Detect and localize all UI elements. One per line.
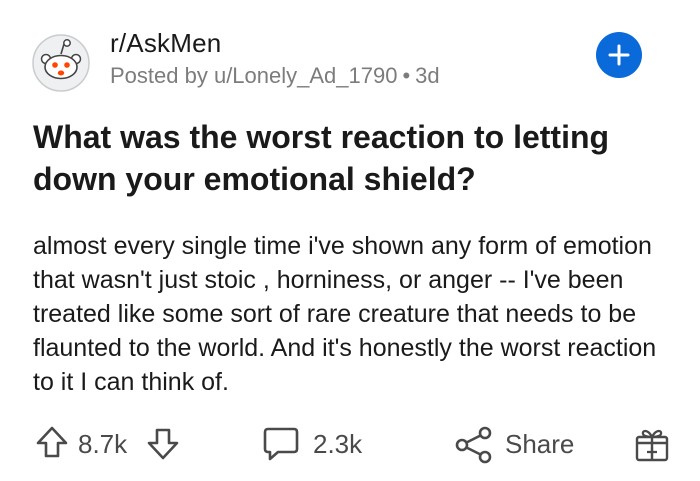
share-label[interactable]: Share: [505, 429, 574, 460]
comments-button[interactable]: [262, 426, 300, 462]
posted-by[interactable]: Posted by u/Lonely_Ad_1790: [110, 63, 397, 88]
upvote-button[interactable]: [35, 425, 69, 459]
post-body: almost every single time i've shown any …: [33, 232, 657, 396]
post-meta: Posted by u/Lonely_Ad_1790 • 3d: [110, 63, 440, 89]
award-icon: [635, 429, 669, 462]
join-button[interactable]: [596, 32, 642, 78]
subreddit-avatar[interactable]: [32, 34, 90, 92]
comment-icon: [263, 427, 299, 461]
upvote-icon: [36, 426, 68, 458]
share-button[interactable]: [454, 426, 494, 464]
snoo-avatar-icon: [32, 34, 90, 92]
downvote-button[interactable]: [146, 427, 180, 461]
action-bar: 8.7k 2.3k Share: [0, 420, 700, 470]
post-title[interactable]: What was the worst reaction to letting d…: [33, 116, 673, 200]
post-age: 3d: [415, 63, 440, 88]
subreddit-name[interactable]: r/AskMen: [110, 28, 221, 59]
meta-separator: •: [402, 63, 411, 88]
plus-icon: [608, 44, 630, 66]
upvote-count: 8.7k: [78, 429, 128, 459]
comment-count: 2.3k: [313, 429, 363, 459]
share-icon: [455, 426, 492, 464]
award-button[interactable]: [634, 425, 670, 463]
downvote-icon: [147, 428, 179, 460]
